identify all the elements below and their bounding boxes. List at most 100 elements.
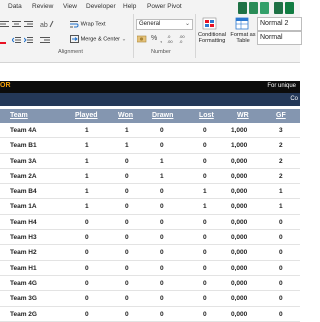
stat-cell[interactable]: 0 [203,158,207,165]
stat-cell[interactable]: 0 [203,173,207,180]
stat-cell[interactable]: 0 [125,295,129,302]
orientation-icon[interactable]: ab [40,20,54,28]
stat-cell[interactable]: 1 [160,173,164,180]
stat-cell[interactable]: 0 [203,295,207,302]
tab-review[interactable]: Review [32,3,53,10]
col-played[interactable]: Played [75,112,98,119]
tab-view[interactable]: View [63,3,77,10]
stat-cell[interactable]: 0,000 [231,311,247,318]
stat-cell[interactable]: 0 [85,234,89,241]
stat-cell[interactable]: 0 [160,311,164,318]
stat-cell[interactable]: 0,000 [231,295,247,302]
stat-cell[interactable]: 0,000 [231,249,247,256]
stat-cell[interactable]: 0 [85,311,89,318]
decrease-indent-icon[interactable] [12,36,22,44]
stat-cell[interactable]: 0 [279,234,283,241]
stat-cell[interactable]: 0 [160,265,164,272]
align-center-icon[interactable] [12,20,22,28]
increase-decimal-button[interactable]: .0.00 [167,34,177,43]
team-name-cell[interactable]: Team 3G [10,295,37,302]
stat-cell[interactable]: 0 [279,219,283,226]
stat-cell[interactable]: 2 [279,173,283,180]
team-name-cell[interactable]: Team B4 [10,188,37,195]
stat-cell[interactable]: 0 [160,249,164,256]
accounting-format-button[interactable] [137,35,147,44]
stat-cell[interactable]: 1 [85,203,89,210]
stat-cell[interactable]: 0,000 [231,173,247,180]
stat-cell[interactable]: 0 [85,265,89,272]
stat-cell[interactable]: 1 [160,158,164,165]
team-name-cell[interactable]: Team H3 [10,234,37,241]
stat-cell[interactable]: 0 [125,203,129,210]
stat-cell[interactable]: 1 [279,188,283,195]
col-team[interactable]: Team [10,112,28,119]
stat-cell[interactable]: 1,000 [231,127,247,134]
stat-cell[interactable]: 0,000 [231,234,247,241]
stat-cell[interactable]: 0 [160,219,164,226]
stat-cell[interactable]: 0 [125,219,129,226]
stat-cell[interactable]: 0 [160,188,164,195]
comma-style-button[interactable]: , [160,35,162,44]
team-name-cell[interactable]: Team 2G [10,311,37,318]
col-drawn[interactable]: Drawn [152,112,173,119]
style-normal[interactable]: Normal [257,31,302,45]
stat-cell[interactable]: 0 [203,234,207,241]
tab-help[interactable]: Help [123,3,136,10]
stat-cell[interactable]: 1,000 [231,142,247,149]
tab-developer[interactable]: Developer [86,3,116,10]
stat-cell[interactable]: 0 [203,265,207,272]
stat-cell[interactable]: 1 [85,188,89,195]
stat-cell[interactable]: 0 [125,280,129,287]
stat-cell[interactable]: 0,000 [231,188,247,195]
tab-data[interactable]: Data [8,3,22,10]
stat-cell[interactable]: 1 [85,158,89,165]
stat-cell[interactable]: 0 [160,280,164,287]
stat-cell[interactable]: 0,000 [231,203,247,210]
chevron-down-icon[interactable]: ⌄ [185,20,190,27]
stat-cell[interactable]: 1 [125,142,129,149]
stat-cell[interactable]: 0 [279,311,283,318]
stat-cell[interactable]: 0 [279,295,283,302]
team-name-cell[interactable]: Team 2A [10,173,37,180]
stat-cell[interactable]: 0 [85,280,89,287]
stat-cell[interactable]: 0 [279,280,283,287]
team-name-cell[interactable]: Team H4 [10,219,37,226]
stat-cell[interactable]: 1 [279,203,283,210]
stat-cell[interactable]: 0 [203,280,207,287]
stat-cell[interactable]: 0 [160,234,164,241]
team-name-cell[interactable]: Team 3A [10,158,37,165]
stat-cell[interactable]: 0 [125,173,129,180]
stat-cell[interactable]: 0 [85,295,89,302]
stat-cell[interactable]: 0 [125,311,129,318]
team-name-cell[interactable]: Team 1A [10,203,37,210]
stat-cell[interactable]: 0,000 [231,280,247,287]
stat-cell[interactable]: 1 [85,173,89,180]
stat-cell[interactable]: 0 [125,265,129,272]
tab-power-pivot[interactable]: Power Pivot [147,3,182,10]
stat-cell[interactable]: 0 [160,203,164,210]
stat-cell[interactable]: 0,000 [231,265,247,272]
stat-cell[interactable]: 1 [203,188,207,195]
col-gf[interactable]: GF [276,112,286,119]
increase-indent-icon[interactable] [24,36,34,44]
font-color-icon[interactable] [0,36,8,44]
align-left-icon[interactable] [0,20,10,28]
stat-cell[interactable]: 0 [203,127,207,134]
stat-cell[interactable]: 0 [125,188,129,195]
conditional-formatting-button[interactable] [202,17,218,30]
stat-cell[interactable]: 0 [125,234,129,241]
stat-cell[interactable]: 0,000 [231,219,247,226]
team-name-cell[interactable]: Team H2 [10,249,37,256]
col-wr[interactable]: WR [237,112,249,119]
stat-cell[interactable]: 0,000 [231,158,247,165]
stat-cell[interactable]: 0 [160,127,164,134]
stat-cell[interactable]: 0 [160,142,164,149]
stat-cell[interactable]: 2 [279,142,283,149]
stat-cell[interactable]: 0 [85,249,89,256]
stat-cell[interactable]: 0 [125,158,129,165]
stat-cell[interactable]: 0 [203,142,207,149]
stat-cell[interactable]: 0 [160,295,164,302]
format-as-table-button[interactable] [235,17,249,30]
stat-cell[interactable]: 1 [85,142,89,149]
stat-cell[interactable]: 0 [279,249,283,256]
